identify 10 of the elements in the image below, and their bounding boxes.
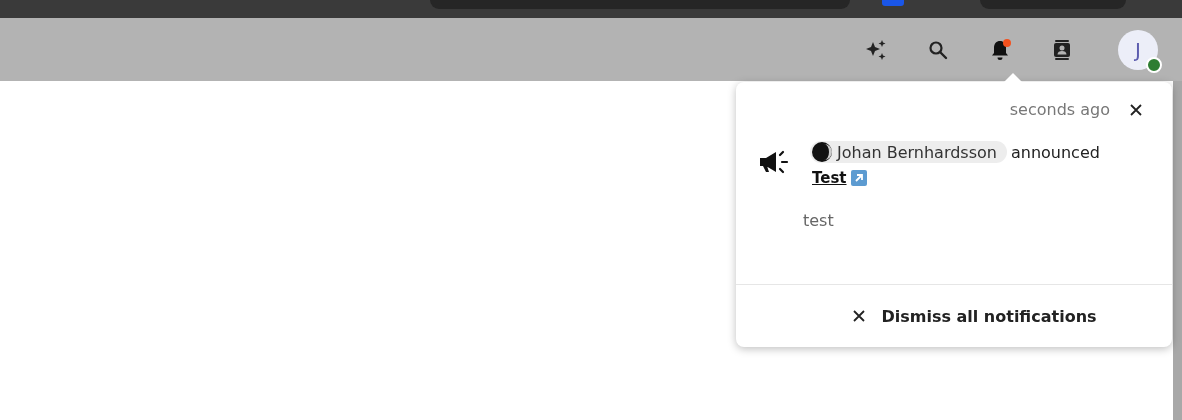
user-chip[interactable]: Johan Bernhardsson <box>810 141 1007 163</box>
close-icon[interactable] <box>1128 101 1144 118</box>
avatar-icon <box>812 142 832 162</box>
external-link-icon <box>850 170 867 186</box>
timestamp: seconds ago <box>1009 100 1110 119</box>
post-link[interactable]: Test <box>812 169 847 187</box>
action-text: announced <box>1010 142 1100 162</box>
dismiss-all-button[interactable]: Dismiss all notifications <box>843 300 1105 332</box>
message-text: test <box>803 211 835 230</box>
close-icon <box>851 308 868 324</box>
